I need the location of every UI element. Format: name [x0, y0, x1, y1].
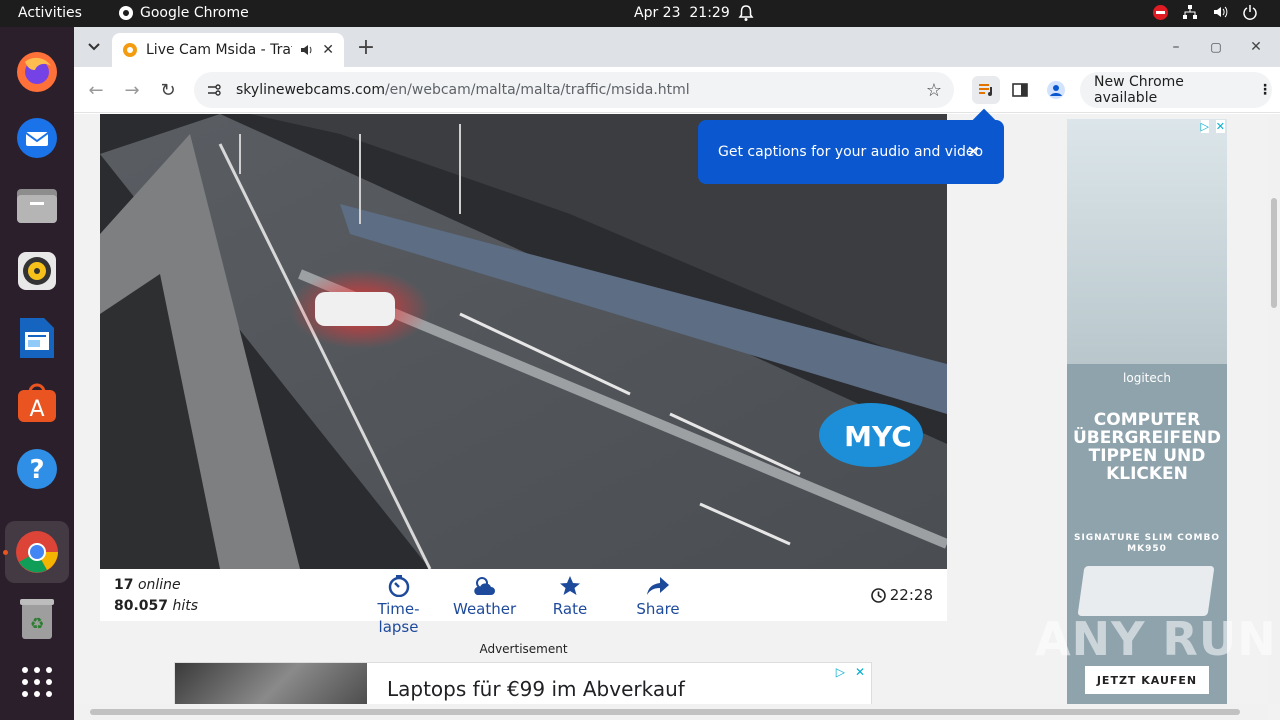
maximize-icon[interactable]: ▢ [1204, 35, 1228, 59]
tab-live-cam[interactable]: Live Cam Msida - Traffic ✕ [112, 33, 344, 67]
power-icon [1243, 5, 1257, 20]
site-info-icon[interactable] [206, 82, 222, 98]
side-ad-choices-icon[interactable]: ▷ [1200, 120, 1209, 133]
app-center-icon[interactable]: A [12, 378, 62, 428]
reload-icon[interactable]: ↻ [156, 78, 180, 102]
horizontal-scrollbar[interactable] [74, 704, 1268, 720]
side-ad-headline: COMPUTER ÜBERGREIFEND TIPPEN UND KLICKEN [1072, 410, 1221, 484]
toolbar: ← → ↻ skylinewebcams.com/en/webcam/malta… [74, 67, 1280, 113]
back-icon[interactable]: ← [84, 78, 108, 102]
network-icon [1183, 5, 1197, 19]
star-icon [560, 576, 580, 595]
timelapse-label: Time-lapse [377, 600, 420, 636]
recording-indicator-icon [1153, 4, 1168, 20]
new-chrome-label: New Chrome available [1094, 74, 1184, 106]
tab-search-icon[interactable] [82, 35, 106, 59]
timelapse-icon [388, 575, 409, 597]
laptop-ad-text: Laptops für €99 im Abverkauf [387, 677, 685, 701]
system-tray[interactable] [1153, 4, 1258, 20]
clock[interactable]: Apr 23 21:29 [634, 5, 730, 21]
rate-button[interactable]: Rate [550, 575, 590, 618]
tooltip-close-icon[interactable]: ✕ [967, 142, 980, 161]
online-label: online [137, 577, 181, 593]
libreoffice-writer-icon[interactable] [12, 313, 62, 363]
running-indicator [3, 550, 8, 555]
keyboard-image [1077, 566, 1215, 616]
new-tab-icon[interactable]: + [354, 35, 378, 60]
bell-icon[interactable] [738, 4, 754, 26]
new-chrome-available-button[interactable]: New Chrome available ⋮ [1080, 72, 1272, 108]
rate-label: Rate [552, 600, 588, 618]
app-name: Google Chrome [140, 5, 249, 21]
tab-close-icon[interactable]: ✕ [322, 42, 334, 58]
favicon-icon [123, 43, 137, 57]
vertical-scroll-thumb[interactable] [1271, 198, 1277, 308]
captions-tooltip-text: Get captions for your audio and video [718, 144, 984, 160]
files-icon[interactable] [12, 180, 62, 230]
myc-logo-text: MYC [844, 420, 912, 453]
address-bar[interactable]: skylinewebcams.com/en/webcam/malta/malta… [194, 72, 954, 108]
ad-choices-icon[interactable]: ▷ [836, 665, 845, 679]
webcam-clock: 22:28 [870, 586, 933, 604]
ad-close-icon[interactable]: ✕ [855, 665, 865, 679]
svg-text:♻: ♻ [30, 614, 44, 633]
system-top-bar: Activities Google Chrome Apr 23 21:29 [0, 0, 1280, 27]
hits-stat: 80.057 hits [114, 598, 198, 614]
webcam-info-bar: 17 online 80.057 hits Time-lapse Weather… [100, 569, 947, 636]
dock: A ? ♻ [0, 27, 74, 720]
weather-icon [474, 577, 495, 595]
advertisement-label: Advertisement [479, 642, 568, 656]
myc-logo: MYC [819, 403, 923, 467]
timelapse-button[interactable]: Time-lapse [361, 575, 436, 636]
side-ad-product: SIGNATURE SLIM COMBO MK950 [1073, 533, 1221, 554]
anyrun-watermark: ANY RUN [1035, 612, 1277, 666]
side-ad-brand: logitech [1123, 371, 1171, 385]
hits-label: hits [172, 598, 199, 614]
captions-tooltip: Get captions for your audio and video ✕ [698, 120, 1004, 184]
url-host: skylinewebcams.com [236, 82, 385, 98]
side-panel-icon[interactable] [1008, 78, 1032, 102]
clock-date: Apr 23 [634, 5, 681, 21]
weather-button[interactable]: Weather [453, 575, 517, 618]
side-ad-cta-button[interactable]: JETZT KAUFEN [1085, 666, 1209, 694]
help-icon[interactable]: ? [12, 444, 62, 494]
hits-count: 80.057 [114, 598, 169, 614]
side-ad-close-icon[interactable]: ✕ [1215, 120, 1225, 133]
thunderbird-icon[interactable] [12, 113, 62, 163]
minimize-icon[interactable]: – [1164, 35, 1188, 59]
audio-playing-icon[interactable] [300, 43, 314, 57]
online-stat: 17 online [114, 577, 181, 593]
clock-icon [870, 587, 886, 603]
show-apps-icon[interactable] [12, 657, 62, 707]
chrome-dock-icon[interactable] [5, 521, 69, 583]
share-icon [647, 577, 669, 595]
clock-time: 21:29 [689, 5, 730, 21]
app-menu[interactable]: Google Chrome [118, 5, 249, 21]
media-controls-icon[interactable] [972, 76, 1000, 104]
forward-icon[interactable]: → [120, 78, 144, 102]
rhythmbox-icon[interactable] [12, 246, 62, 296]
url-path: /en/webcam/malta/malta/traffic/msida.htm… [384, 82, 690, 98]
bookmark-star-icon[interactable]: ☆ [922, 78, 946, 102]
profile-icon[interactable] [1044, 78, 1068, 102]
activities-button[interactable]: Activities [18, 5, 82, 21]
close-window-icon[interactable]: ✕ [1244, 35, 1268, 59]
chrome-small-icon [119, 6, 133, 20]
weather-label: Weather [453, 600, 517, 618]
online-count: 17 [114, 577, 134, 593]
trash-icon[interactable]: ♻ [12, 594, 62, 644]
tab-strip: Live Cam Msida - Traffic ✕ + – ▢ ✕ [74, 27, 1280, 67]
horizontal-scroll-thumb[interactable] [90, 709, 1240, 715]
svg-text:?: ? [29, 455, 44, 485]
share-label: Share [636, 600, 680, 618]
more-menu-icon[interactable]: ⋮ [1258, 82, 1272, 98]
firefox-icon[interactable] [12, 47, 62, 97]
tab-title: Live Cam Msida - Traffic [146, 42, 292, 58]
share-button[interactable]: Share [633, 575, 683, 618]
volume-icon [1214, 6, 1228, 18]
svg-text:A: A [29, 397, 44, 422]
webcam-clock-time: 22:28 [889, 586, 933, 604]
side-ad-photo [1067, 119, 1227, 364]
